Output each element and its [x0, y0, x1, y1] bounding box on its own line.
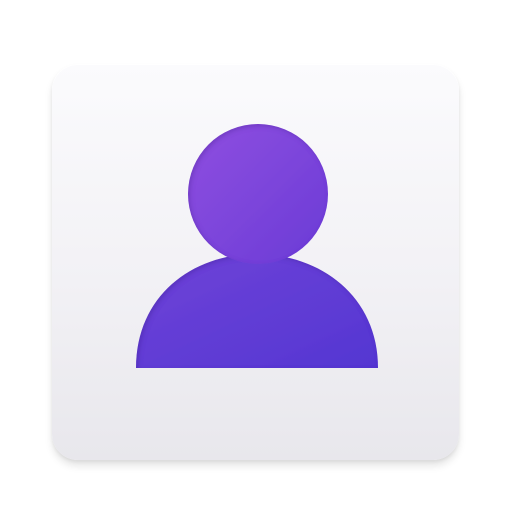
user-app-icon[interactable]: [52, 64, 459, 460]
user-body-shape: [136, 254, 378, 368]
user-head-shape: [188, 124, 328, 264]
screen: [0, 0, 512, 512]
user-profile-icon: [136, 124, 378, 368]
